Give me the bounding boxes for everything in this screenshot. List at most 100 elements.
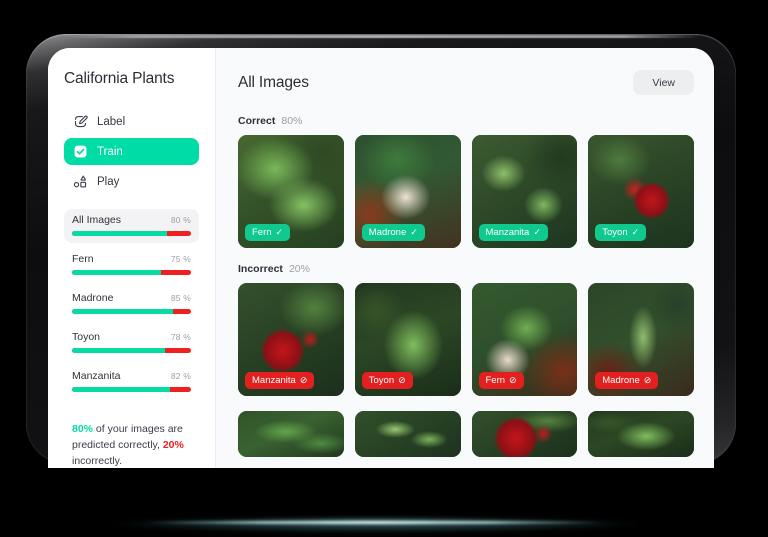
metric-row-manzanita[interactable]: Manzanita 82 % xyxy=(64,365,199,399)
metric-header: Madrone 85 % xyxy=(72,292,191,304)
page-title: All Images xyxy=(238,73,309,91)
image-tile[interactable]: Madrone ⊘ xyxy=(588,283,694,396)
metric-percent: 80 % xyxy=(170,215,191,225)
metric-row-all-images[interactable]: All Images 80 % xyxy=(64,209,199,243)
app-title: California Plants xyxy=(64,70,175,87)
summary-end-text: incorrectly. xyxy=(72,455,122,467)
section-label: Correct xyxy=(238,115,276,127)
sidebar-item-label[interactable]: Label xyxy=(64,108,199,135)
badge-label: Madrone xyxy=(602,375,640,386)
check-icon: ✓ xyxy=(275,227,284,237)
badge-label: Toyon xyxy=(368,375,395,386)
metric-percent: 78 % xyxy=(170,332,191,342)
section-label: Incorrect xyxy=(238,263,283,275)
device-reflection-glow xyxy=(95,519,655,533)
plant-photo xyxy=(238,411,344,457)
prediction-badge: Fern ✓ xyxy=(245,224,291,241)
badge-label: Toyon xyxy=(602,227,628,238)
section-percent: 20% xyxy=(288,263,310,275)
image-tile[interactable]: Manzanita ✓ xyxy=(471,135,578,248)
metric-label: All Images xyxy=(72,214,122,226)
image-tile[interactable]: Manzanita ⊘ xyxy=(238,283,344,396)
blocked-icon: ⊘ xyxy=(643,375,652,385)
metric-label: Toyon xyxy=(72,331,101,343)
metric-row-fern[interactable]: Fern 75 % xyxy=(64,248,199,282)
image-tile[interactable] xyxy=(238,411,344,457)
main-content: All Images View Correct 80% Fern ✓ Madrone ✓ M… xyxy=(216,48,714,468)
accuracy-bar xyxy=(72,309,191,314)
sidebar-item-train[interactable]: Train xyxy=(64,138,199,165)
image-grid-correct: Fern ✓ Madrone ✓ Manzanita ✓ Toyon ✓ xyxy=(238,135,694,248)
checkbox-checked-icon xyxy=(73,144,88,159)
metric-percent: 82 % xyxy=(170,371,191,381)
blocked-icon: ⊘ xyxy=(398,375,406,385)
main-header: All Images View xyxy=(238,70,694,95)
sidebar-item-label: Train xyxy=(97,145,123,158)
plant-photo xyxy=(588,411,694,457)
image-tile[interactable]: Toyon ⊘ xyxy=(354,283,461,396)
screenshot-stage: California Plants Label Train Play All Ima… xyxy=(0,0,768,537)
plant-photo xyxy=(471,411,578,457)
metric-label: Manzanita xyxy=(72,370,121,382)
check-icon: ✓ xyxy=(631,227,640,237)
accuracy-bar xyxy=(72,270,191,275)
badge-label: Manzanita xyxy=(252,375,296,386)
metric-row-madrone[interactable]: Madrone 85 % xyxy=(64,287,199,321)
section-percent: 80% xyxy=(281,115,303,127)
sidebar-item-label: Play xyxy=(97,175,120,188)
blocked-icon: ⊘ xyxy=(299,375,308,385)
section-header-incorrect: Incorrect 20% xyxy=(238,263,694,275)
badge-label: Manzanita xyxy=(485,227,530,238)
app-screen: California Plants Label Train Play All Ima… xyxy=(48,48,714,468)
check-icon: ✓ xyxy=(533,227,541,237)
accuracy-bar-fill xyxy=(72,309,174,314)
image-sections: Correct 80% Fern ✓ Madrone ✓ Manzanita ✓ Toyon ✓ I… xyxy=(238,115,694,457)
accuracy-bar-fill xyxy=(72,348,165,353)
metric-row-toyon[interactable]: Toyon 78 % xyxy=(64,326,199,360)
sidebar-nav: Label Train Play xyxy=(64,108,199,195)
pencil-square-icon xyxy=(73,114,88,129)
view-button[interactable]: View xyxy=(633,70,694,95)
image-tile[interactable] xyxy=(471,411,578,457)
sidebar-item-play[interactable]: Play xyxy=(64,168,199,195)
metric-label: Fern xyxy=(72,253,94,265)
image-tile[interactable]: Fern ✓ xyxy=(238,135,344,248)
prediction-badge: Fern ⊘ xyxy=(478,372,524,389)
plant-photo xyxy=(354,411,461,457)
prediction-badge: Manzanita ✓ xyxy=(478,224,548,241)
section-header-correct: Correct 80% xyxy=(238,115,694,127)
image-grid-incorrect: Manzanita ⊘ Toyon ⊘ Fern ⊘ Madrone ⊘ xyxy=(238,283,694,396)
metric-header: Manzanita 82 % xyxy=(72,370,191,382)
prediction-badge: Toyon ⊘ xyxy=(361,372,413,389)
image-tile[interactable] xyxy=(354,411,461,457)
metric-header: Fern 75 % xyxy=(72,253,191,265)
accuracy-bar-fill xyxy=(72,231,168,236)
image-tile[interactable]: Fern ⊘ xyxy=(471,283,578,396)
shapes-icon xyxy=(73,174,88,189)
prediction-badge: Madrone ✓ xyxy=(361,224,425,241)
sidebar-item-label: Label xyxy=(97,115,126,128)
image-tile[interactable] xyxy=(588,411,694,457)
image-tile[interactable]: Madrone ✓ xyxy=(354,135,461,248)
image-tile[interactable]: Toyon ✓ xyxy=(588,135,694,248)
prediction-badge: Madrone ⊘ xyxy=(595,372,659,389)
accuracy-bar xyxy=(72,231,191,236)
badge-label: Fern xyxy=(485,375,506,386)
metric-header: All Images 80 % xyxy=(72,214,191,226)
prediction-badge: Toyon ✓ xyxy=(595,224,647,241)
summary-correct-pct: 80% xyxy=(72,423,94,435)
metric-label: Madrone xyxy=(72,292,114,304)
metric-percent: 75 % xyxy=(170,254,191,264)
sidebar: California Plants Label Train Play All Ima… xyxy=(48,48,216,468)
summary-incorrect-pct: 20% xyxy=(162,439,184,451)
accuracy-summary: 80% of your images are predicted correct… xyxy=(64,421,199,468)
device-reflection-line xyxy=(140,521,610,524)
badge-label: Fern xyxy=(252,227,272,238)
accuracy-bar-fill xyxy=(72,270,162,275)
blocked-icon: ⊘ xyxy=(509,375,517,385)
badge-label: Madrone xyxy=(368,227,407,238)
prediction-badge: Manzanita ⊘ xyxy=(245,372,315,389)
check-icon: ✓ xyxy=(410,227,418,237)
accuracy-bar xyxy=(72,348,191,353)
class-accuracy-list: All Images 80 % Fern 75 % Madrone 85 % Toyon 78… xyxy=(64,209,199,399)
